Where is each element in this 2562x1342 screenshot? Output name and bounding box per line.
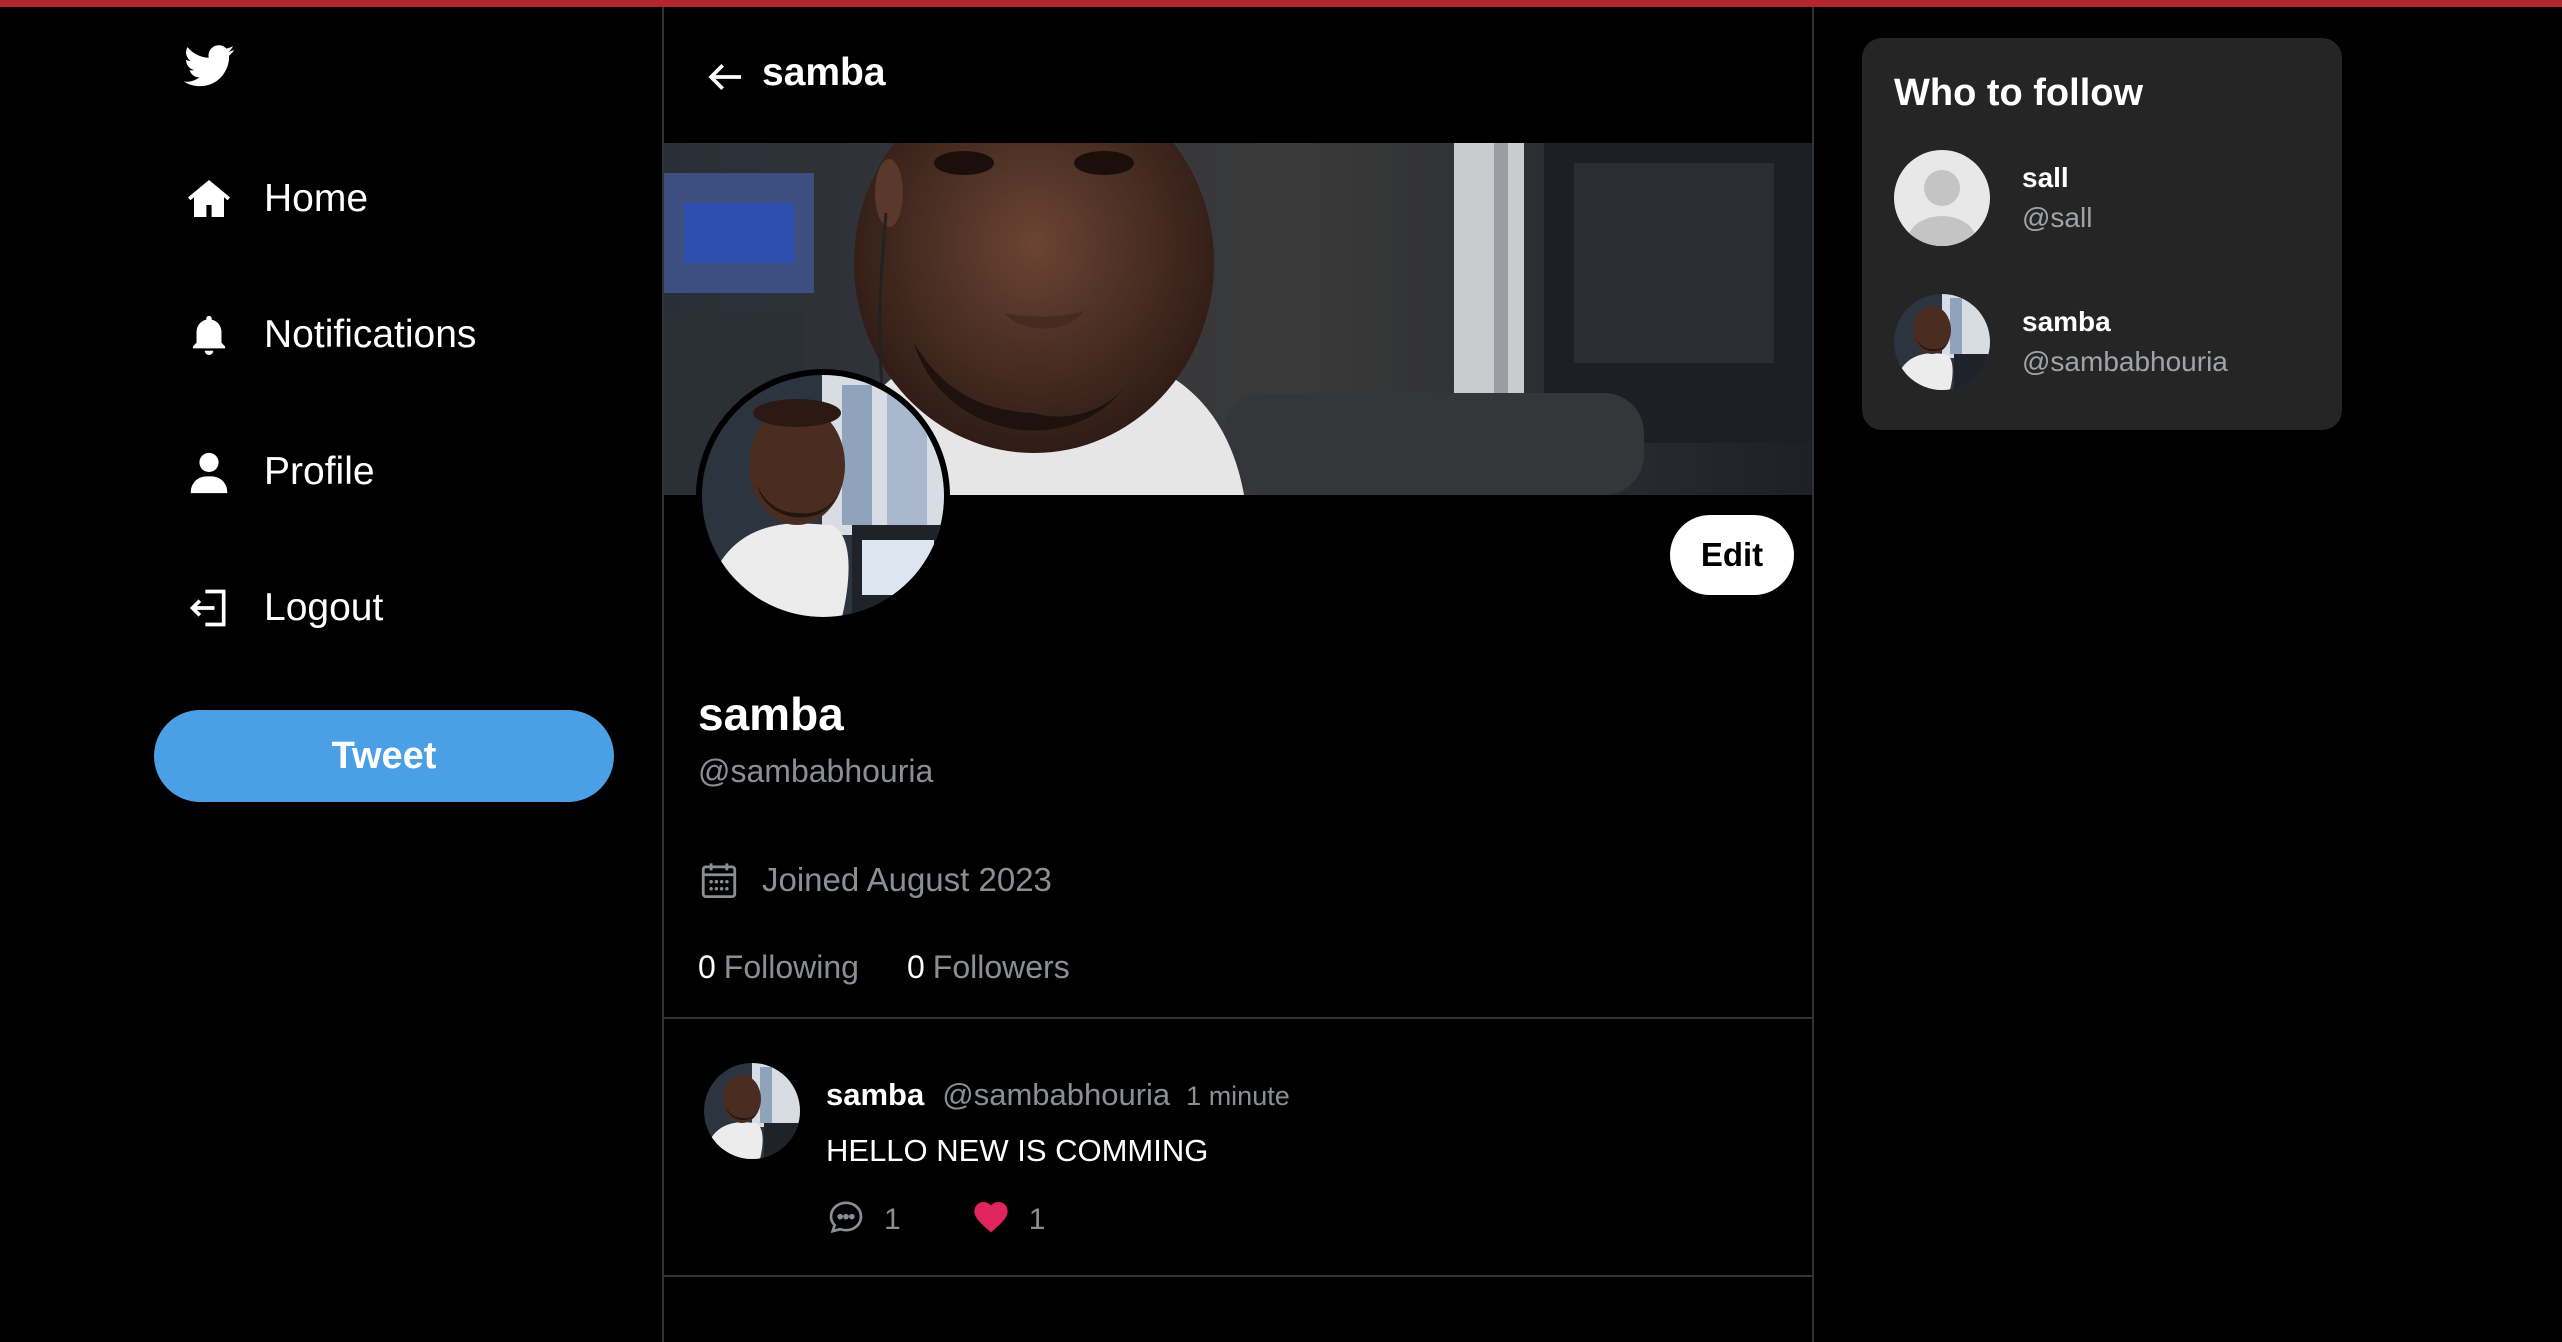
- follow-stats: 0 Following 0 Followers: [698, 949, 1118, 986]
- suggestion-handle: @sall: [2022, 202, 2093, 233]
- main-column: samba Edit samba @sambabhouria Joined Au…: [662, 7, 1814, 1342]
- nav-logout-label: Logout: [264, 586, 384, 629]
- suggestion-text: samba @sambabhouria: [2022, 306, 2228, 378]
- tweet-button[interactable]: Tweet: [154, 710, 614, 802]
- following-count: 0: [698, 949, 716, 985]
- browser-top-bar: [0, 0, 2562, 7]
- logout-icon: [184, 583, 234, 633]
- home-icon: [184, 174, 234, 224]
- reply-button[interactable]: 1: [826, 1197, 901, 1242]
- calendar-icon: [698, 859, 740, 901]
- like-button[interactable]: 1: [971, 1197, 1046, 1242]
- nav-logout[interactable]: Logout: [184, 578, 383, 638]
- profile-avatar[interactable]: [696, 369, 950, 623]
- tweet-item[interactable]: samba @sambabhouria 1 minute HELLO NEW I…: [664, 1019, 1812, 1277]
- user-icon: [184, 447, 234, 497]
- profile-header: samba: [664, 7, 1812, 143]
- tweet-author-handle[interactable]: @sambabhouria: [942, 1077, 1170, 1113]
- tweet-meta: samba @sambabhouria 1 minute: [826, 1077, 1290, 1113]
- joined-text: Joined August 2023: [762, 861, 1052, 898]
- nav-profile[interactable]: Profile: [184, 442, 375, 502]
- following-link[interactable]: 0 Following: [698, 949, 859, 986]
- suggestion-item[interactable]: samba @sambabhouria: [1894, 292, 2314, 392]
- tweet-timestamp: 1 minute: [1186, 1081, 1290, 1111]
- section-divider: [664, 1275, 1812, 1277]
- arrow-left-icon[interactable]: [706, 57, 746, 97]
- followers-link[interactable]: 0 Followers: [907, 949, 1070, 986]
- who-to-follow-panel: Who to follow sall @sall samba @sambabho…: [1862, 38, 2342, 430]
- who-to-follow-title: Who to follow: [1894, 72, 2144, 114]
- like-count: 1: [1028, 1202, 1046, 1236]
- suggestion-text: sall @sall: [2022, 162, 2092, 234]
- following-label: Following: [723, 949, 859, 985]
- nav-profile-label: Profile: [264, 450, 375, 493]
- nav-notifications-label: Notifications: [264, 313, 477, 356]
- profile-name: samba: [698, 688, 844, 740]
- tweet-actions: 1 1: [826, 1197, 1115, 1242]
- heart-icon: [971, 1197, 1011, 1242]
- edit-profile-button[interactable]: Edit: [1670, 515, 1794, 595]
- reply-count: 1: [884, 1202, 901, 1236]
- nav-home-label: Home: [264, 177, 369, 220]
- suggestion-name: samba: [2022, 306, 2111, 337]
- twitter-bird-icon[interactable]: [183, 45, 236, 87]
- sidebar: Home Notifications Profile Logout Tweet: [0, 7, 662, 1342]
- nav-notifications[interactable]: Notifications: [184, 305, 476, 365]
- suggestion-handle: @sambabhouria: [2022, 346, 2228, 377]
- nav-home[interactable]: Home: [184, 169, 368, 229]
- default-avatar: [1894, 150, 1990, 246]
- followers-label: Followers: [932, 949, 1070, 985]
- photo-avatar: [1894, 294, 1990, 390]
- tweet-avatar[interactable]: [704, 1063, 800, 1159]
- comment-icon: [826, 1197, 866, 1242]
- joined-date: Joined August 2023: [698, 859, 1052, 901]
- tweet-text: HELLO NEW IS COMMING: [826, 1133, 1209, 1168]
- suggestion-item[interactable]: sall @sall: [1894, 148, 2314, 248]
- tweet-author-name[interactable]: samba: [826, 1077, 924, 1113]
- followers-count: 0: [906, 949, 925, 985]
- profile-handle: @sambabhouria: [698, 753, 934, 789]
- suggestion-name: sall: [2022, 162, 2069, 193]
- bell-icon: [184, 310, 234, 360]
- page-title: samba: [762, 51, 886, 94]
